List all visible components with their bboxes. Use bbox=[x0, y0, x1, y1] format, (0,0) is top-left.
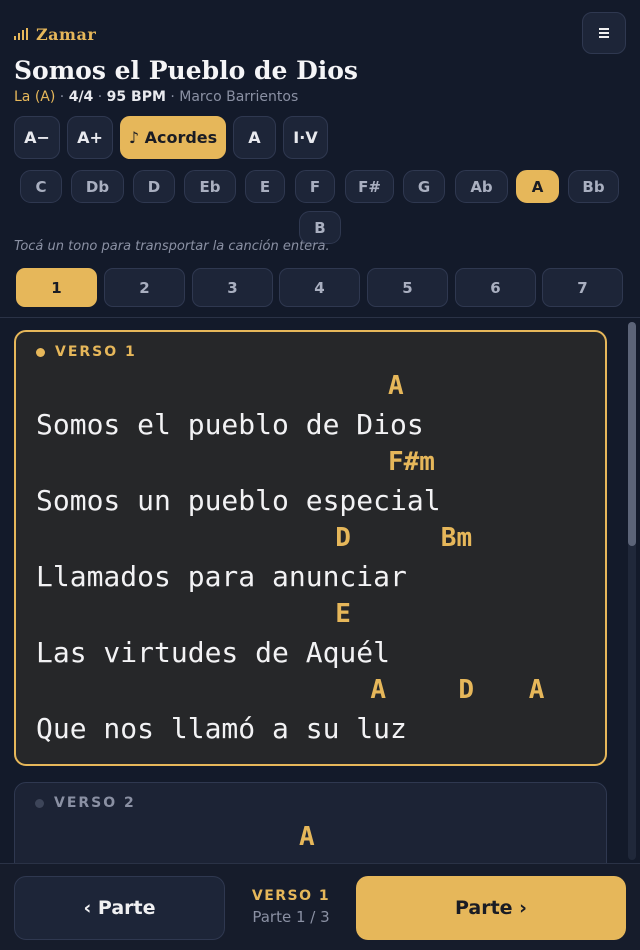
key-option-f[interactable]: F bbox=[295, 170, 335, 203]
menu-button[interactable] bbox=[582, 12, 626, 54]
key-option-e[interactable]: E bbox=[245, 170, 285, 203]
transpose-hint: Tocá un tono para transportar la canción… bbox=[14, 239, 330, 254]
previous-part-button[interactable]: ‹ Parte bbox=[14, 876, 225, 940]
chords-toggle-button[interactable]: ♪ Acordes bbox=[120, 116, 226, 159]
chord-line: D Bm bbox=[36, 520, 472, 558]
chord[interactable]: A bbox=[388, 370, 404, 402]
toolbar: A− A+ ♪ Acordes A I·V bbox=[14, 116, 328, 159]
time-signature: 4/4 bbox=[68, 89, 94, 105]
lyric-line: Somos un pueblo especial bbox=[36, 484, 441, 517]
chord-line: A bbox=[36, 368, 441, 406]
part-tab-6[interactable]: 6 bbox=[455, 268, 536, 307]
part-position: Parte 1 / 3 bbox=[252, 908, 330, 926]
key-option-a[interactable]: A bbox=[516, 170, 559, 203]
part-tab-2[interactable]: 2 bbox=[104, 268, 185, 307]
scrollbar[interactable] bbox=[628, 322, 636, 860]
numbers-toggle-button[interactable]: I·V bbox=[283, 116, 328, 159]
key-option-c[interactable]: C bbox=[20, 170, 62, 203]
key-option-eb[interactable]: Eb bbox=[184, 170, 236, 203]
section-lines: ASomos el pueblo de Dios bbox=[35, 819, 423, 863]
hamburger-menu-icon bbox=[599, 28, 609, 30]
song-title: Somos el Pueblo de Dios bbox=[14, 56, 358, 85]
current-section-label: VERSO 1 bbox=[251, 888, 331, 904]
chord[interactable]: E bbox=[335, 598, 351, 630]
section-header: VERSO 1 bbox=[36, 344, 137, 360]
lyric-line: Llamados para anunciar bbox=[36, 560, 407, 593]
chord[interactable]: D bbox=[458, 674, 474, 706]
section-header: VERSO 2 bbox=[35, 795, 136, 811]
chord-line: F#m bbox=[36, 444, 441, 482]
tempo: 95 BPM bbox=[106, 89, 166, 105]
chord[interactable]: Bm bbox=[441, 522, 472, 554]
section-label: VERSO 2 bbox=[54, 795, 136, 811]
chord[interactable]: D bbox=[335, 522, 351, 554]
chord[interactable]: A bbox=[370, 674, 386, 706]
chord-line: A bbox=[35, 819, 423, 857]
part-indicator: VERSO 1 Parte 1 / 3 bbox=[230, 888, 352, 926]
chord[interactable]: A bbox=[299, 821, 315, 853]
scrollbar-thumb[interactable] bbox=[628, 322, 636, 546]
key-option-db[interactable]: Db bbox=[71, 170, 124, 203]
transpose-up-button[interactable]: A+ bbox=[67, 116, 113, 159]
lyric-line: Las virtudes de Aquél bbox=[36, 636, 391, 669]
key-option-bb[interactable]: Bb bbox=[568, 170, 619, 203]
key-option-f-sharp[interactable]: F# bbox=[345, 170, 394, 203]
part-tab-5[interactable]: 5 bbox=[367, 268, 448, 307]
part-tabs: 1234567 bbox=[16, 268, 624, 307]
part-tab-7[interactable]: 7 bbox=[542, 268, 623, 307]
part-tab-1[interactable]: 1 bbox=[16, 268, 97, 307]
app-header: Zamar bbox=[14, 22, 96, 46]
song-key: La (A) bbox=[14, 89, 56, 105]
lyric-line: Somos el pueblo de Dios bbox=[36, 408, 424, 441]
next-part-button[interactable]: Parte › bbox=[356, 876, 626, 940]
app-brand: Zamar bbox=[36, 24, 97, 44]
section-dot-icon bbox=[35, 798, 44, 808]
key-option-d[interactable]: D bbox=[133, 170, 175, 203]
section-lines: A Somos el pueblo de Dios F#m Somos un pueb… bbox=[36, 368, 544, 748]
part-tab-3[interactable]: 3 bbox=[192, 268, 273, 307]
key-option-g[interactable]: G bbox=[403, 170, 445, 203]
section-card-1[interactable]: VERSO 1 A Somos el pueblo de Dios F#m Somos … bbox=[14, 330, 607, 766]
song-meta: La (A) · 4/4 · 95 BPM · Marco Barrientos bbox=[14, 89, 299, 105]
chord-line: ADA bbox=[36, 672, 544, 710]
chord[interactable]: A bbox=[529, 674, 545, 706]
chord-line: E bbox=[36, 596, 441, 634]
signal-bars-icon bbox=[14, 28, 28, 40]
chord[interactable]: F#m bbox=[388, 446, 435, 478]
song-content[interactable]: VERSO 1 A Somos el pueblo de Dios F#m Somos … bbox=[0, 318, 640, 863]
part-tab-4[interactable]: 4 bbox=[279, 268, 360, 307]
section-label: VERSO 1 bbox=[55, 344, 137, 360]
bottom-nav: ‹ Parte VERSO 1 Parte 1 / 3 Parte › bbox=[0, 863, 640, 950]
section-card-2[interactable]: VERSO 2 ASomos el pueblo de Dios bbox=[14, 782, 607, 863]
section-dot-icon bbox=[36, 347, 45, 357]
current-key-button[interactable]: A bbox=[233, 116, 276, 159]
key-option-ab[interactable]: Ab bbox=[455, 170, 508, 203]
transpose-down-button[interactable]: A− bbox=[14, 116, 60, 159]
lyric-line: Que nos llamó a su luz bbox=[36, 712, 407, 745]
artist-name: Marco Barrientos bbox=[179, 89, 299, 105]
